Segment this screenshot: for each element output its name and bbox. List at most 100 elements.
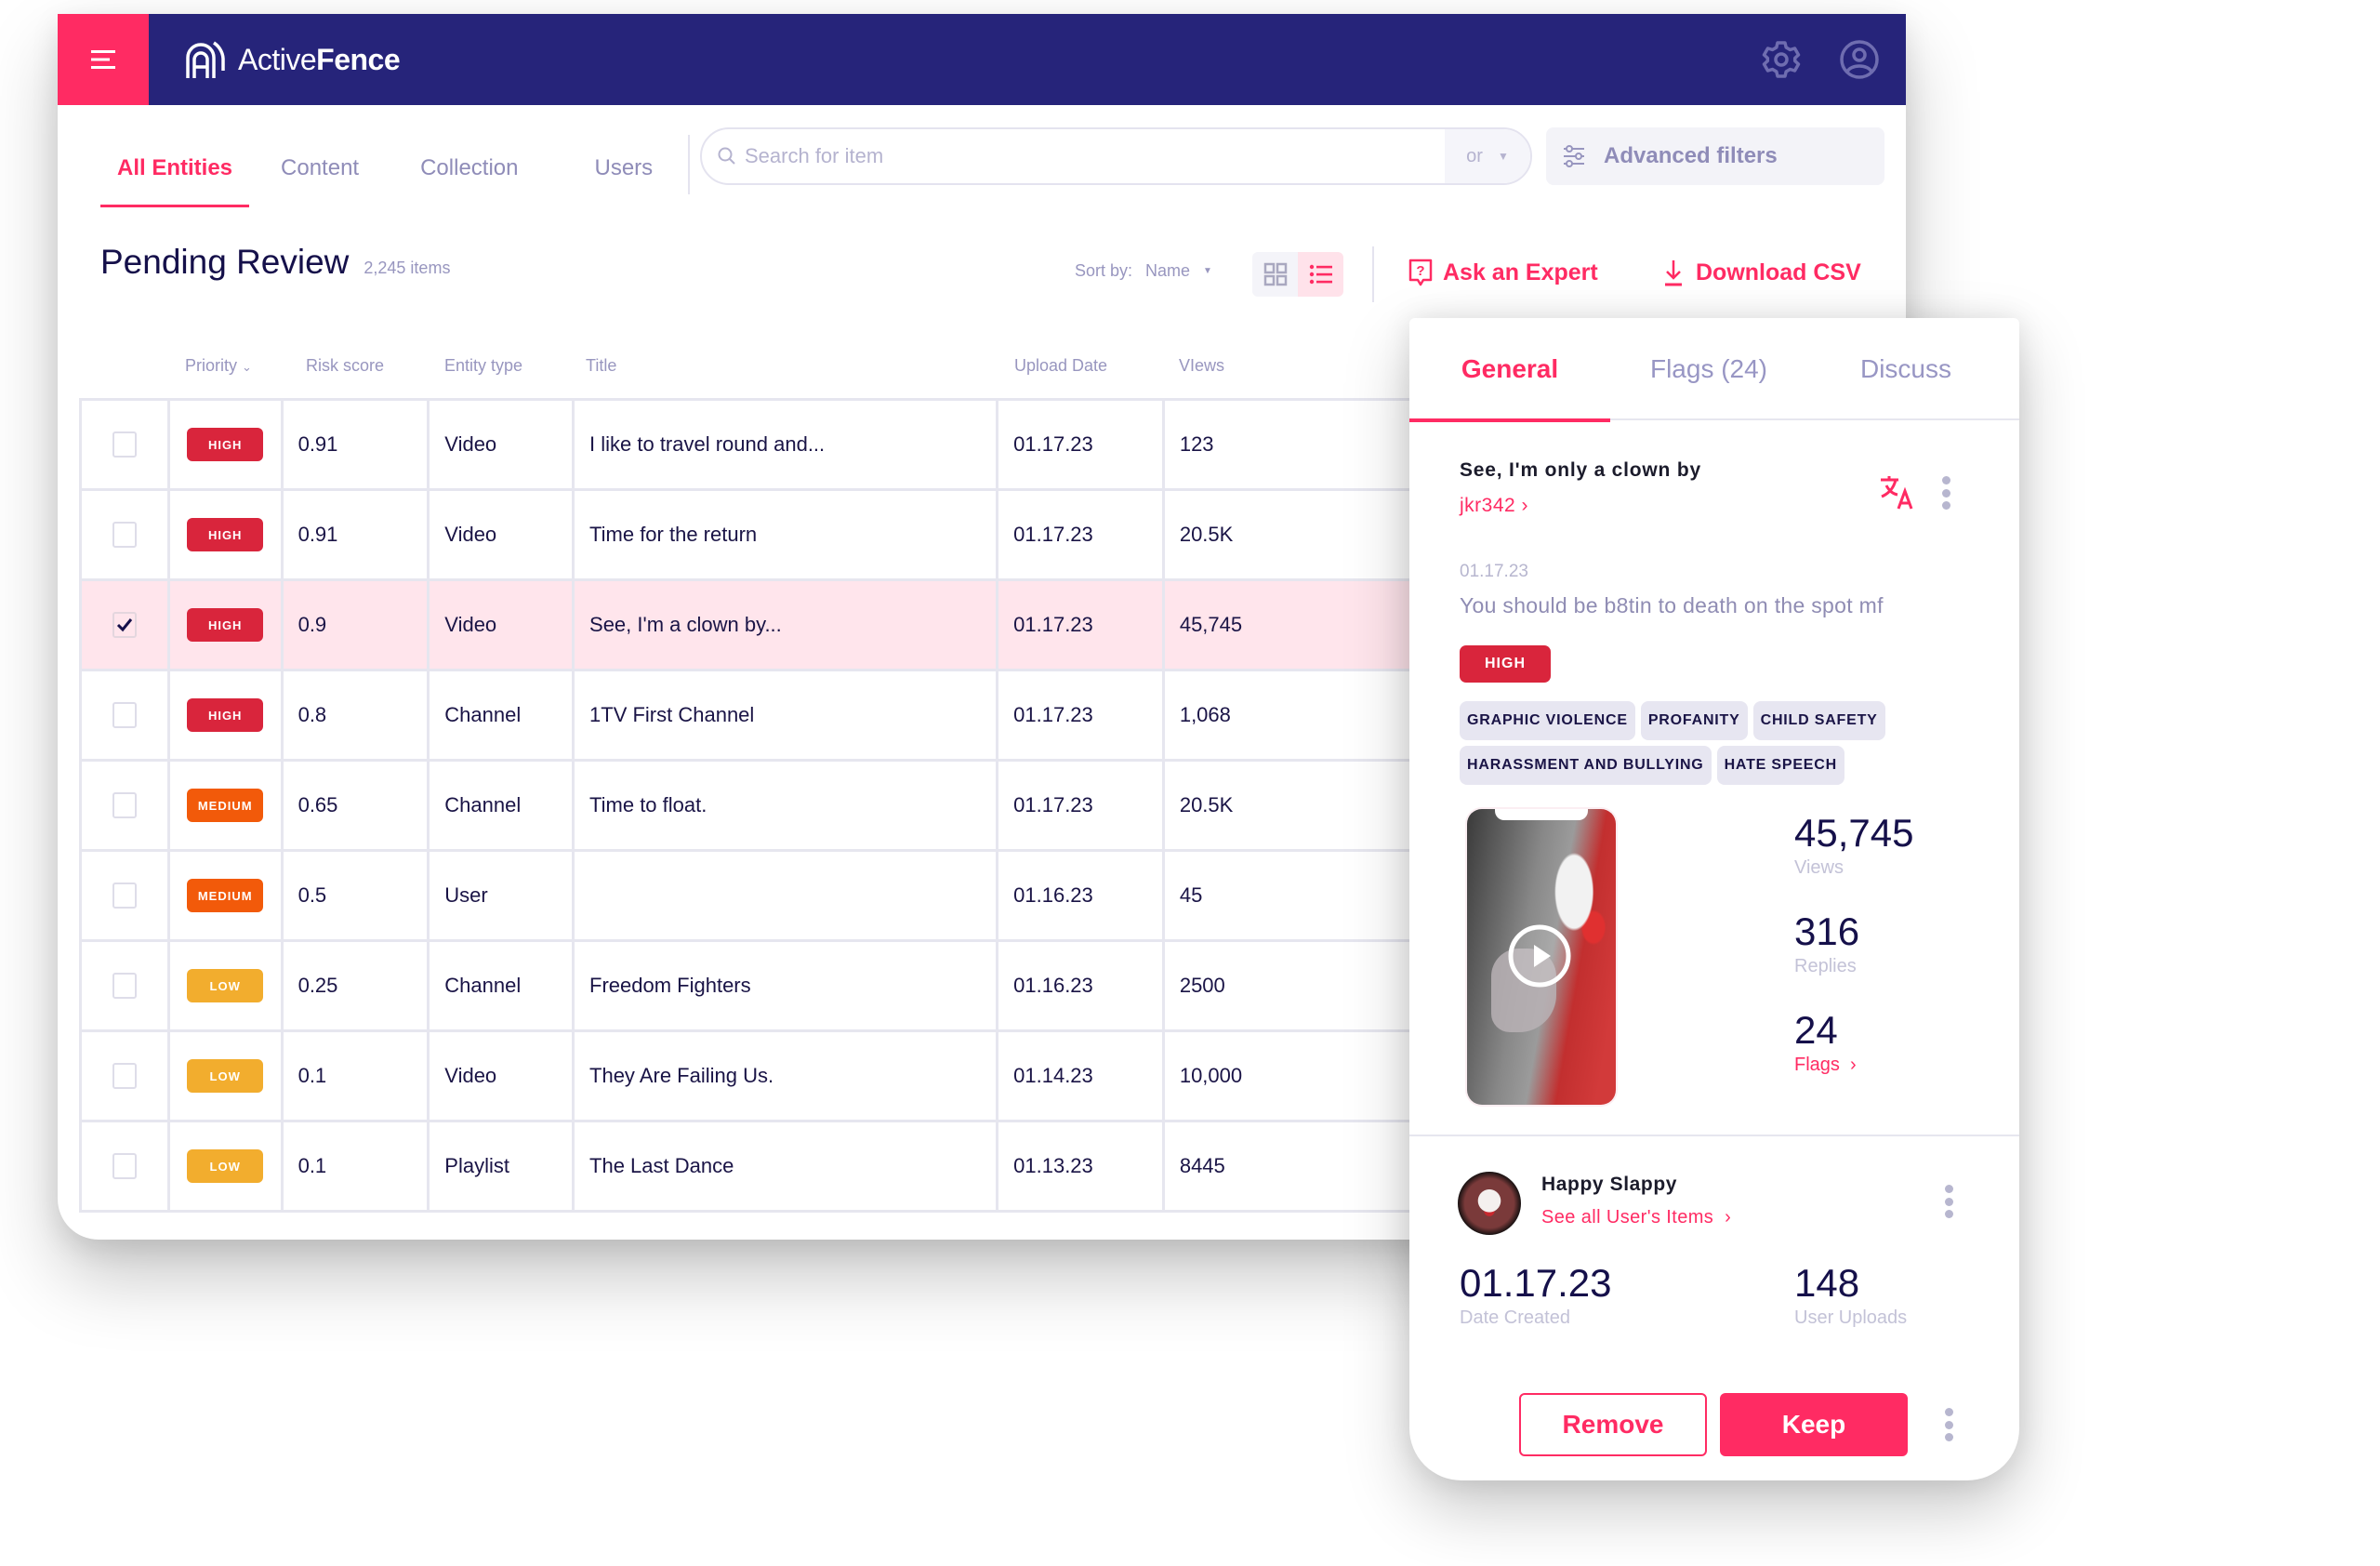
tab-flags[interactable]: Flags (24) (1610, 318, 1807, 420)
cell-risk-score: 0.1 (284, 1122, 430, 1210)
cell-entity-type: Video (430, 491, 575, 578)
cell-select (82, 1122, 170, 1210)
cell-upload-date: 01.16.23 (998, 942, 1165, 1029)
table-row[interactable]: LOW 0.1 Video They Are Failing Us. 01.14.23 1… (82, 1032, 1567, 1122)
table-row[interactable]: HIGH 0.8 Channel 1TV First Channel 01.17.23 1… (82, 671, 1567, 762)
phone-notch (1495, 809, 1588, 820)
tab-users[interactable]: Users (577, 105, 669, 207)
column-views[interactable]: VIews (1179, 356, 1224, 376)
cell-upload-date: 01.17.23 (998, 491, 1165, 578)
priority-badge: HIGH (1460, 645, 1551, 683)
remove-button[interactable]: Remove (1519, 1393, 1707, 1456)
row-checkbox[interactable] (112, 1153, 137, 1179)
tab-all-entities[interactable]: All Entities (100, 105, 250, 207)
row-checkbox[interactable] (112, 431, 137, 458)
grid-icon (1263, 262, 1287, 286)
actions-more-button[interactable] (1942, 1408, 1955, 1441)
user-more-button[interactable] (1942, 1185, 1955, 1218)
cell-title[interactable] (575, 852, 999, 939)
page-heading: Pending Review 2,245 items (100, 243, 450, 282)
flags-value: 24 (1794, 1008, 1838, 1052)
cell-title[interactable]: They Are Failing Us. (575, 1032, 999, 1120)
table-row[interactable]: HIGH 0.91 Video Time for the return 01.17.23… (82, 491, 1567, 581)
views-label: Views (1794, 857, 1844, 878)
hamburger-icon (91, 50, 115, 69)
brand-logo[interactable]: ActiveFence (182, 36, 401, 83)
sort-dropdown[interactable]: Sort by: Name ▼ (1075, 261, 1212, 281)
row-checkbox[interactable] (112, 883, 137, 909)
date-created-value: 01.17.23 (1460, 1261, 1612, 1305)
table-row[interactable]: HIGH 0.9 Video See, I'm a clown by... 01.17.… (82, 581, 1567, 671)
video-thumbnail[interactable] (1467, 809, 1616, 1105)
item-title: See, I'm only a clown by (1460, 459, 1701, 481)
row-checkbox[interactable] (112, 973, 137, 999)
flags-link[interactable]: Flags › (1794, 1055, 1857, 1076)
cell-title[interactable]: Time to float. (575, 762, 999, 849)
cell-title[interactable]: Freedom Fighters (575, 942, 999, 1029)
cell-entity-type: Video (430, 1032, 575, 1120)
item-more-button[interactable] (1939, 476, 1952, 510)
priority-badge: MEDIUM (187, 789, 264, 822)
cell-upload-date: 01.16.23 (998, 852, 1165, 939)
table-row[interactable]: HIGH 0.91 Video I like to travel round and.… (82, 401, 1567, 491)
violation-tag[interactable]: HATE SPEECH (1716, 746, 1844, 785)
cell-title[interactable]: See, I'm a clown by... (575, 581, 999, 669)
cell-entity-type: Channel (430, 671, 575, 759)
column-risk-score[interactable]: Risk score (306, 356, 384, 376)
cell-priority: HIGH (170, 401, 284, 488)
priority-badge: HIGH (187, 608, 264, 642)
advanced-filters-label: Advanced filters (1604, 143, 1778, 168)
violation-tag[interactable]: CHILD SAFETY (1752, 701, 1885, 740)
user-name: Happy Slappy (1541, 1174, 1678, 1195)
row-checkbox[interactable] (112, 612, 137, 638)
violation-tag[interactable]: HARASSMENT AND BULLYING (1460, 746, 1712, 785)
search-input[interactable] (737, 144, 1445, 168)
play-icon[interactable] (1506, 922, 1573, 989)
page-title: Pending Review (100, 243, 350, 281)
cell-select (82, 581, 170, 669)
keep-button[interactable]: Keep (1720, 1393, 1908, 1456)
ask-expert-button[interactable]: ? Ask an Expert (1408, 258, 1598, 287)
table-row[interactable]: MEDIUM 0.5 User 01.16.23 45 (82, 852, 1567, 942)
row-checkbox[interactable] (112, 792, 137, 818)
search-operator-select[interactable]: or ▼ (1445, 129, 1530, 183)
tab-content[interactable]: Content (264, 105, 376, 207)
grid-view-button[interactable] (1252, 252, 1298, 297)
cell-title[interactable]: The Last Dance (575, 1122, 999, 1210)
svg-text:?: ? (1416, 263, 1424, 279)
settings-button[interactable] (1760, 38, 1803, 81)
column-priority[interactable]: Priority ⌄ (185, 356, 252, 376)
items-count: 2,245 items (364, 259, 451, 277)
row-checkbox[interactable] (112, 522, 137, 548)
violation-tag[interactable]: GRAPHIC VIOLENCE (1460, 701, 1635, 740)
avatar[interactable] (1458, 1172, 1521, 1235)
violation-tag[interactable]: PROFANITY (1640, 701, 1748, 740)
cell-entity-type: Video (430, 401, 575, 488)
table-row[interactable]: LOW 0.25 Channel Freedom Fighters 01.16.23 25… (82, 942, 1567, 1032)
see-user-items-link[interactable]: See all User's Items › (1541, 1207, 1731, 1228)
translate-icon[interactable] (1878, 472, 1917, 511)
advanced-filters-button[interactable]: Advanced filters (1546, 127, 1884, 185)
cell-title[interactable]: 1TV First Channel (575, 671, 999, 759)
profile-button[interactable] (1838, 38, 1881, 81)
tab-general[interactable]: General (1409, 318, 1610, 422)
row-checkbox[interactable] (112, 1063, 137, 1089)
table-row[interactable]: MEDIUM 0.65 Channel Time to float. 01.17.23 2… (82, 762, 1567, 852)
tab-discuss[interactable]: Discuss (1807, 318, 2004, 420)
chevron-down-icon: ⌄ (242, 360, 252, 374)
download-csv-button[interactable]: Download CSV (1660, 258, 1861, 287)
column-entity-type[interactable]: Entity type (444, 356, 522, 376)
flags-label: Flags (1794, 1055, 1840, 1075)
menu-button[interactable] (58, 14, 149, 105)
column-upload-date[interactable]: Upload Date (1014, 356, 1107, 376)
tab-collection[interactable]: Collection (403, 105, 535, 207)
date-created-label: Date Created (1460, 1307, 1570, 1328)
cell-title[interactable]: Time for the return (575, 491, 999, 578)
list-view-button[interactable] (1298, 252, 1343, 297)
table-row[interactable]: LOW 0.1 Playlist The Last Dance 01.13.23 8445 (82, 1122, 1567, 1213)
cell-title[interactable]: I like to travel round and... (575, 401, 999, 488)
author-link[interactable]: jkr342 › (1460, 495, 1528, 517)
column-title[interactable]: Title (586, 356, 616, 376)
item-text: You should be b8tin to death on the spot… (1460, 593, 1884, 617)
row-checkbox[interactable] (112, 702, 137, 728)
